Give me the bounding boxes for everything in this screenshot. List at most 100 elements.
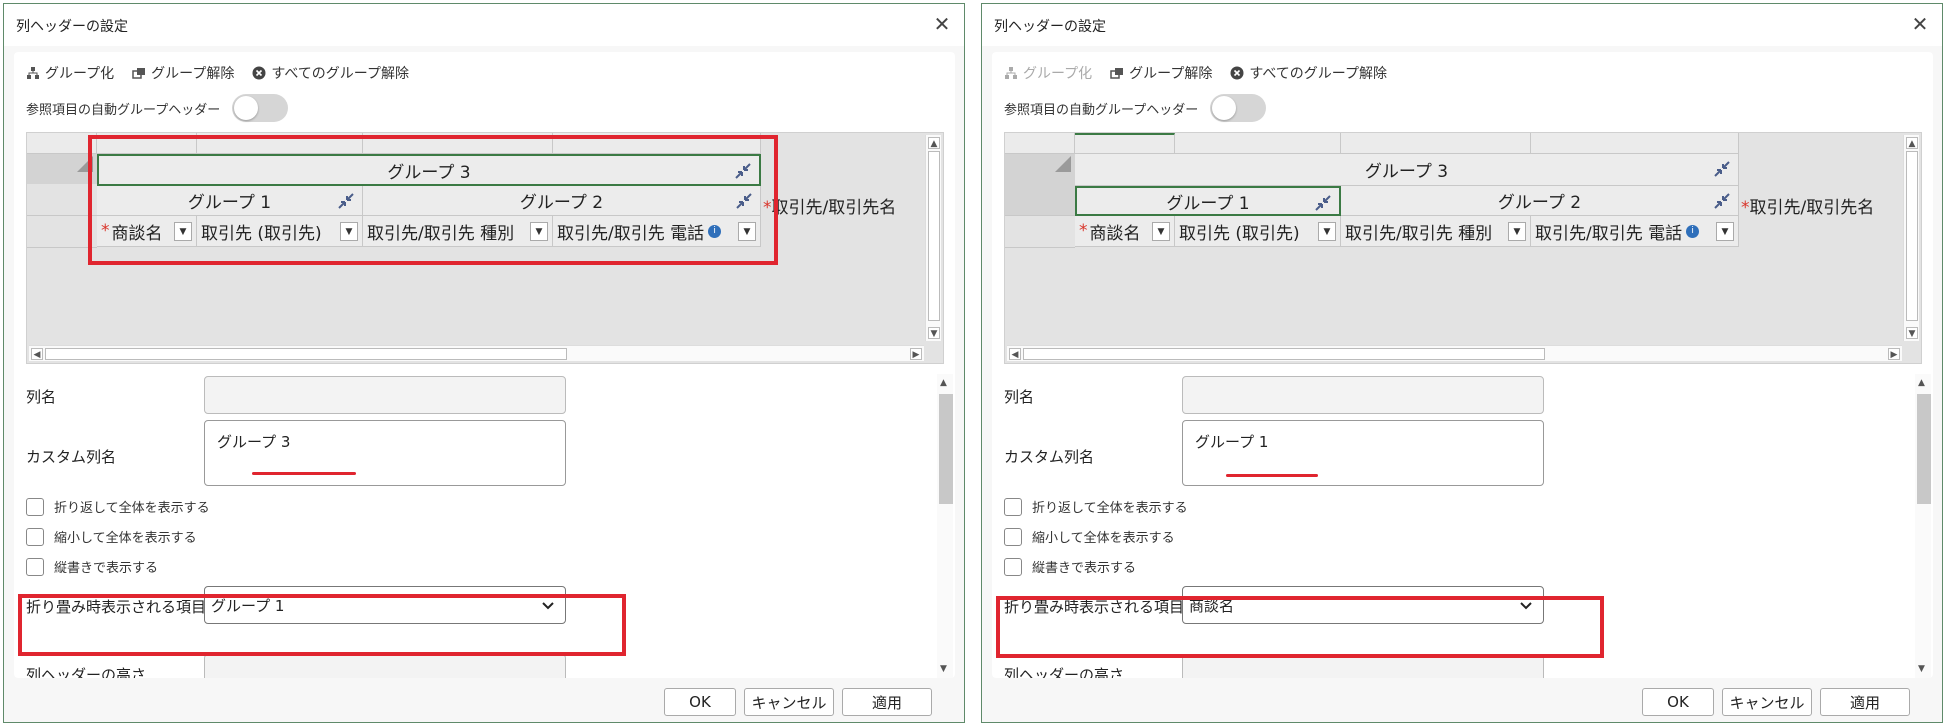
- grid-horizontal-scrollbar[interactable]: ◀ ▶: [1007, 345, 1902, 361]
- column-name-input[interactable]: [1182, 376, 1544, 414]
- ungroup-button[interactable]: グループ解除: [1110, 62, 1212, 84]
- grid-horizontal-scrollbar[interactable]: ◀ ▶: [29, 345, 924, 361]
- scroll-down-icon[interactable]: ▼: [928, 327, 940, 339]
- column-header-leaf[interactable]: 取引先 (取引先) ▼: [1175, 216, 1341, 247]
- scroll-up-icon[interactable]: ▲: [1906, 137, 1918, 149]
- collapse-icon[interactable]: [1313, 193, 1333, 213]
- standalone-column-header[interactable]: *取引先/取引先名: [763, 193, 896, 218]
- close-icon[interactable]: ✕: [930, 12, 954, 36]
- ungroup-all-icon: [252, 66, 266, 80]
- dropdown-icon[interactable]: ▼: [1152, 222, 1170, 241]
- scroll-down-icon[interactable]: ▼: [1906, 327, 1918, 339]
- grid-top-blank: [1175, 133, 1341, 154]
- scroll-down-icon[interactable]: ▼: [940, 664, 947, 674]
- collapse-icon[interactable]: [1712, 191, 1732, 211]
- required-mark: *: [1741, 198, 1750, 218]
- vertical-option[interactable]: 縦書きで表示する: [1004, 557, 1136, 576]
- shrink-checkbox[interactable]: [26, 527, 44, 546]
- close-icon[interactable]: ✕: [1908, 12, 1932, 36]
- apply-button[interactable]: 適用: [1820, 688, 1910, 716]
- scroll-up-icon[interactable]: ▲: [940, 378, 947, 388]
- grid-vertical-scrollbar[interactable]: ▲ ▼: [925, 135, 941, 341]
- cancel-button[interactable]: キャンセル: [1722, 688, 1812, 716]
- auto-group-label: 参照項目の自動グループヘッダー: [1004, 102, 1199, 118]
- shrink-option[interactable]: 縮小して全体を表示する: [1004, 527, 1175, 546]
- standalone-column-header[interactable]: *取引先/取引先名: [1741, 193, 1874, 218]
- dialog-footer: OK キャンセル 適用: [4, 680, 964, 722]
- wrap-checkbox[interactable]: [26, 497, 44, 516]
- row-header: [27, 216, 97, 248]
- info-icon: i: [1686, 224, 1700, 238]
- column-name-label: 列名: [1004, 388, 1035, 406]
- column-header-leaf[interactable]: 取引先/取引先 電話 i ▼: [1531, 216, 1739, 247]
- dropdown-icon[interactable]: ▼: [1318, 222, 1336, 241]
- ungroup-all-button[interactable]: すべてのグループ解除: [1230, 62, 1387, 84]
- group-button[interactable]: グループ化: [26, 62, 114, 84]
- column-label: 取引先 (取引先): [1179, 223, 1300, 244]
- scroll-thumb[interactable]: [1917, 394, 1931, 504]
- cancel-button[interactable]: キャンセル: [744, 688, 834, 716]
- column-name-input[interactable]: [204, 376, 566, 414]
- shrink-option[interactable]: 縮小して全体を表示する: [26, 527, 197, 546]
- group-button-label: グループ化: [45, 66, 115, 82]
- ungroup-all-button-label: すべてのグループ解除: [271, 66, 409, 82]
- auto-group-toggle[interactable]: [232, 94, 289, 122]
- column-label: 取引先/取引先名: [771, 198, 897, 218]
- group-1-label: グループ 1: [1166, 193, 1250, 214]
- group-2-header[interactable]: グループ 2: [1341, 186, 1739, 216]
- scroll-down-icon[interactable]: ▼: [1918, 664, 1925, 674]
- scroll-left-icon[interactable]: ◀: [31, 348, 43, 360]
- wrap-checkbox[interactable]: [1004, 497, 1022, 516]
- auto-group-row: 参照項目の自動グループヘッダー: [26, 94, 289, 122]
- auto-group-toggle[interactable]: [1210, 94, 1267, 122]
- grid-vertical-scrollbar[interactable]: ▲ ▼: [1903, 135, 1919, 341]
- column-label: 取引先/取引先 種別: [1345, 223, 1493, 244]
- scroll-right-icon[interactable]: ▶: [1888, 348, 1900, 360]
- dialog-title: 列ヘッダーの設定: [16, 19, 128, 35]
- scroll-thumb[interactable]: [928, 151, 940, 321]
- scroll-right-icon[interactable]: ▶: [910, 348, 922, 360]
- dialog-content: グループ化 グループ解除 すべてのグループ解除 参照項目の自動グループヘッダー: [992, 52, 1933, 678]
- ungroup-all-button[interactable]: すべてのグループ解除: [252, 62, 409, 84]
- properties-scrollbar[interactable]: ▲ ▼: [1915, 374, 1931, 678]
- required-mark: *: [1079, 221, 1088, 241]
- column-header-leaf[interactable]: * 商談名 ▼: [1075, 216, 1175, 247]
- corner-triangle: [1055, 156, 1071, 172]
- vertical-label: 縦書きで表示する: [54, 561, 159, 576]
- ungroup-button[interactable]: グループ解除: [132, 62, 234, 84]
- ok-button[interactable]: OK: [1642, 688, 1714, 716]
- group-3-header[interactable]: グループ 3: [1075, 154, 1739, 186]
- vertical-checkbox[interactable]: [26, 557, 44, 576]
- wrap-option[interactable]: 折り返して全体を表示する: [26, 497, 210, 516]
- scroll-thumb[interactable]: [1906, 151, 1918, 321]
- row-header: [1005, 184, 1075, 216]
- properties-scrollbar[interactable]: ▲ ▼: [937, 374, 953, 678]
- dropdown-icon[interactable]: ▼: [1716, 222, 1734, 241]
- scroll-up-icon[interactable]: ▲: [1918, 378, 1925, 388]
- toolbar: グループ化 グループ解除 すべてのグループ解除: [26, 62, 409, 84]
- apply-button[interactable]: 適用: [842, 688, 932, 716]
- grid-corner: [27, 154, 97, 184]
- vertical-option[interactable]: 縦書きで表示する: [26, 557, 158, 576]
- custom-name-textarea[interactable]: グループ 3: [204, 420, 566, 486]
- scroll-up-icon[interactable]: ▲: [928, 137, 940, 149]
- collapse-icon[interactable]: [1712, 159, 1732, 179]
- scroll-thumb[interactable]: [45, 348, 567, 360]
- scroll-thumb[interactable]: [939, 394, 953, 504]
- group-button-label: グループ化: [1023, 66, 1093, 82]
- toggle-knob: [1212, 96, 1237, 120]
- header-height-input[interactable]: [204, 654, 566, 678]
- grid-top-blank: [27, 133, 97, 154]
- ungroup-button-label: グループ解除: [1129, 66, 1213, 82]
- wrap-option[interactable]: 折り返して全体を表示する: [1004, 497, 1188, 516]
- scroll-thumb[interactable]: [1023, 348, 1545, 360]
- vertical-checkbox[interactable]: [1004, 557, 1022, 576]
- column-header-leaf[interactable]: 取引先/取引先 種別 ▼: [1341, 216, 1531, 247]
- group-1-header[interactable]: グループ 1: [1075, 186, 1341, 216]
- dropdown-icon[interactable]: ▼: [1508, 222, 1526, 241]
- highlight-box: [88, 135, 778, 265]
- shrink-checkbox[interactable]: [1004, 527, 1022, 546]
- scroll-left-icon[interactable]: ◀: [1009, 348, 1021, 360]
- ok-button[interactable]: OK: [664, 688, 736, 716]
- group-button[interactable]: グループ化: [1004, 62, 1092, 84]
